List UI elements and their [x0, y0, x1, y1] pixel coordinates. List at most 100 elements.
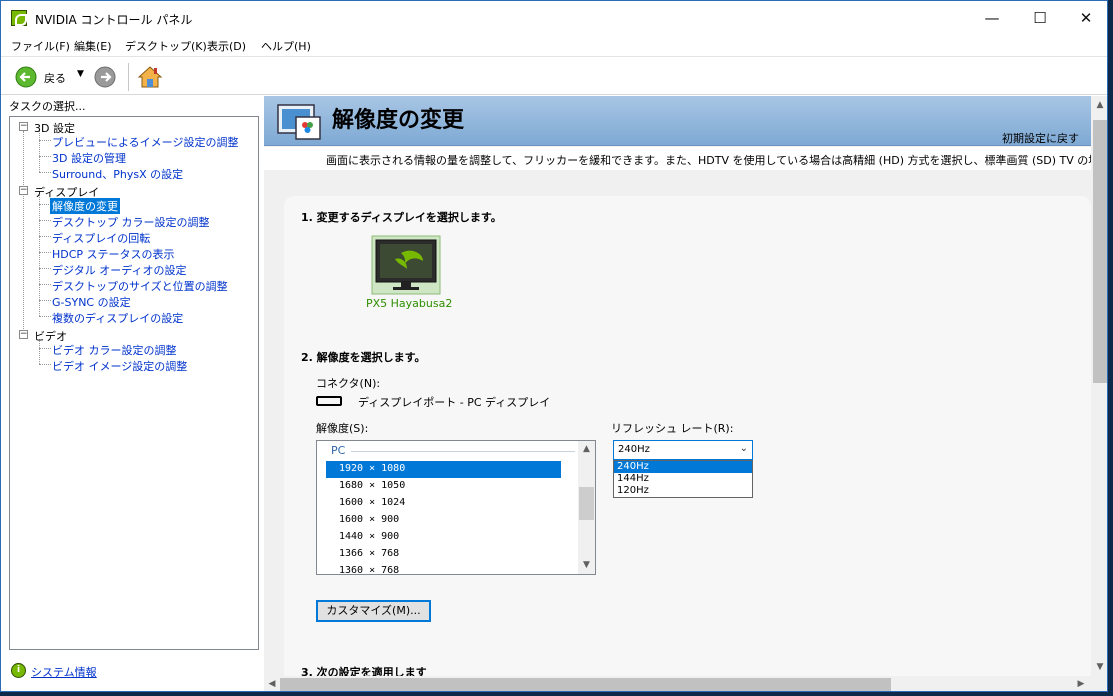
resolution-option[interactable]: 1440 × 900	[326, 529, 561, 546]
page-title: 解像度の変更	[332, 108, 465, 133]
scroll-left-icon[interactable]: ◀	[264, 676, 280, 691]
scroll-thumb[interactable]	[280, 678, 891, 691]
menu-edit[interactable]: 編集(E)	[74, 38, 112, 54]
toolbar: 戻る ▼	[1, 56, 1107, 95]
page-description: 画面に表示される情報の量を調整して、フリッカーを緩和できます。また、HDTV を…	[264, 147, 1091, 170]
monitor-name-label[interactable]: PX5 Hayabusa2	[366, 297, 452, 310]
scroll-thumb[interactable]	[579, 487, 594, 520]
back-arrow-icon	[15, 66, 37, 88]
tree-connector-line	[39, 220, 51, 221]
window-title: NVIDIA コントロール パネル	[35, 13, 193, 27]
scroll-up-icon[interactable]: ▲	[578, 441, 595, 458]
scroll-down-icon[interactable]: ▼	[578, 557, 595, 574]
collapse-toggle-icon[interactable]: −	[19, 122, 28, 131]
refresh-rate-dropdown[interactable]: 240Hz ⌄	[613, 440, 753, 460]
resolution-list-scrollbar[interactable]: ▲ ▼	[578, 441, 595, 574]
tree-item-manage-3d[interactable]: 3D 設定の管理	[52, 150, 126, 166]
info-icon: i	[11, 663, 26, 678]
refresh-rate-options-list[interactable]: 240Hz 144Hz 120Hz	[613, 460, 753, 498]
forward-arrow-icon	[94, 66, 116, 88]
close-button[interactable]: ✕	[1063, 1, 1107, 35]
chevron-down-icon: ⌄	[739, 443, 748, 454]
scroll-down-icon[interactable]: ▼	[1091, 658, 1107, 676]
menu-desktop[interactable]: デスクトップ(K)	[125, 38, 207, 54]
title-bar: NVIDIA コントロール パネル — ☐ ✕	[1, 1, 1107, 35]
tree-item-preview-image[interactable]: プレビューによるイメージ設定の調整	[52, 134, 238, 150]
tree-connector-line	[39, 236, 51, 237]
tree-item-rotate-display[interactable]: ディスプレイの回転	[52, 230, 150, 246]
nvidia-app-icon	[11, 10, 27, 26]
home-icon	[137, 66, 163, 88]
section-select-display-title: 1. 変更するディスプレイを選択します。	[301, 211, 502, 224]
back-label[interactable]: 戻る	[44, 70, 66, 86]
system-info-label[interactable]: システム情報	[31, 666, 97, 679]
refresh-rate-selected: 240Hz	[618, 444, 650, 455]
collapse-toggle-icon[interactable]: −	[19, 330, 28, 339]
connector-label: コネクタ(N):	[316, 377, 381, 390]
resolution-option[interactable]: 1600 × 1024	[326, 495, 561, 512]
back-history-chevron-icon[interactable]: ▼	[77, 69, 84, 79]
tree-connector-line	[23, 131, 24, 337]
scroll-thumb[interactable]	[1093, 120, 1107, 383]
home-button[interactable]	[137, 64, 163, 90]
section-select-resolution-title: 2. 解像度を選択します。	[301, 351, 426, 364]
refresh-option[interactable]: 240Hz	[614, 461, 752, 473]
content-vertical-scrollbar[interactable]: ▲ ▼	[1091, 96, 1107, 676]
tree-item-gsync[interactable]: G-SYNC の設定	[52, 294, 131, 310]
content-pane: 解像度の変更 初期設定に戻す 画面に表示される情報の量を調整して、フリッカーを緩…	[264, 96, 1107, 691]
scroll-up-icon[interactable]: ▲	[1091, 96, 1107, 114]
minimize-button[interactable]: —	[969, 1, 1015, 35]
content-horizontal-scrollbar[interactable]: ◀ ▶	[264, 676, 1107, 691]
menu-bar: ファイル(F) 編集(E) デスクトップ(K) 表示(D) ヘルプ(H)	[1, 35, 1107, 55]
maximize-button[interactable]: ☐	[1017, 1, 1063, 35]
resolution-list[interactable]: PC 1920 × 1080 1680 × 1050 1600 × 1024 1…	[316, 440, 596, 575]
resolution-option[interactable]: 1366 × 768	[326, 546, 561, 563]
tree-item-surround-physx[interactable]: Surround、PhysX の設定	[52, 166, 183, 182]
tree-item-desktop-color[interactable]: デスクトップ カラー設定の調整	[52, 214, 210, 230]
tree-item-change-resolution[interactable]: 解像度の変更	[50, 198, 120, 214]
tree-item-hdcp-status[interactable]: HDCP ステータスの表示	[52, 246, 175, 262]
tree-item-video-color[interactable]: ビデオ カラー設定の調整	[52, 342, 177, 358]
refresh-option[interactable]: 120Hz	[614, 485, 752, 497]
tree-connector-line	[39, 284, 51, 285]
tree-connector-line	[39, 316, 51, 317]
menu-help[interactable]: ヘルプ(H)	[261, 38, 311, 54]
tree-connector-line	[39, 252, 51, 253]
tree-item-multiple-displays[interactable]: 複数のディスプレイの設定	[52, 310, 183, 326]
forward-button[interactable]	[94, 66, 116, 88]
resolution-option[interactable]: 1680 × 1050	[326, 478, 561, 495]
menu-file[interactable]: ファイル(F)	[11, 38, 70, 54]
tree-connector-line	[39, 131, 40, 172]
tree-item-video-image[interactable]: ビデオ イメージ設定の調整	[52, 358, 187, 374]
back-button[interactable]	[15, 66, 37, 88]
refresh-option[interactable]: 144Hz	[614, 473, 752, 485]
scroll-right-icon[interactable]: ▶	[1073, 676, 1089, 691]
displayport-icon	[316, 396, 342, 406]
tree-connector-line	[39, 172, 51, 173]
display-pc5-monitor[interactable]	[371, 235, 441, 295]
tree-connector-line	[39, 348, 51, 349]
task-select-label: タスクの選択...	[9, 100, 86, 113]
tree-connector-line	[39, 156, 51, 157]
resolution-option[interactable]: 1600 × 900	[326, 512, 561, 529]
tree-connector-line	[39, 140, 51, 141]
group-divider	[351, 451, 575, 452]
menu-view[interactable]: 表示(D)	[207, 38, 246, 54]
tree-item-digital-audio[interactable]: デジタル オーディオの設定	[52, 262, 187, 278]
resolution-option[interactable]: 1360 × 768	[326, 563, 561, 574]
tree-connector-line	[39, 300, 51, 301]
customize-button[interactable]: カスタマイズ(M)...	[316, 600, 431, 622]
refresh-rate-label: リフレッシュ レート(R):	[611, 422, 734, 435]
system-info-link[interactable]: i システム情報	[11, 663, 97, 680]
resolution-option[interactable]: 1920 × 1080	[326, 461, 561, 478]
restore-defaults-link[interactable]: 初期設定に戻す	[1002, 130, 1079, 146]
connector-value: ディスプレイポート - PC ディスプレイ	[358, 396, 551, 409]
page-header: 解像度の変更 初期設定に戻す	[264, 96, 1091, 146]
tree-item-desktop-size-position[interactable]: デスクトップのサイズと位置の調整	[52, 278, 228, 294]
resolution-page-icon	[277, 104, 321, 140]
tree-connector-line	[39, 364, 51, 365]
task-pane: タスクの選択... − 3D 設定 プレビューによるイメージ設定の調整 3D 設…	[7, 96, 259, 691]
toolbar-separator	[128, 63, 129, 91]
collapse-toggle-icon[interactable]: −	[19, 186, 28, 195]
nvidia-control-panel-window: NVIDIA コントロール パネル — ☐ ✕ ファイル(F) 編集(E) デス…	[0, 0, 1108, 692]
